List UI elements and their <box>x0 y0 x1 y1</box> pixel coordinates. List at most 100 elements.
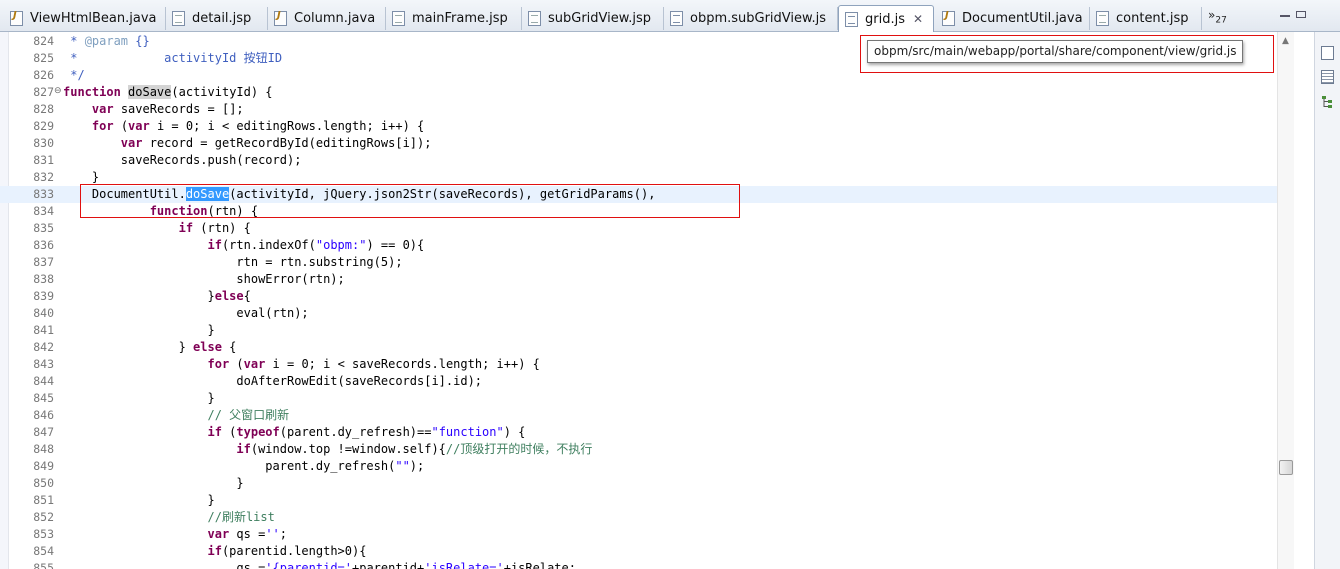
line-code: //刷新list <box>207 510 275 524</box>
line-number: 845 <box>33 391 54 405</box>
code-line: 853 var qs =''; <box>0 526 1277 543</box>
line-number: 837 <box>33 255 54 269</box>
line-code: doAfterRowEdit(saveRecords[i].id); <box>63 374 483 388</box>
tab-viewhtmlbean-java[interactable]: ViewHtmlBean.java <box>4 7 166 30</box>
tab-documentutil-java[interactable]: DocumentUtil.java <box>936 7 1090 30</box>
line-code: parent.dy_refresh(""); <box>63 459 425 473</box>
minimize-icon[interactable] <box>1280 15 1290 17</box>
line-number: 847 <box>33 425 54 439</box>
code-line: 832 } <box>0 169 1277 186</box>
line-number: 832 <box>33 170 54 184</box>
line-code: */ <box>63 68 85 82</box>
line-code: for (var i = 0; i < editingRows.length; … <box>91 119 425 133</box>
tab-overflow-button[interactable]: »27 <box>1208 8 1227 25</box>
line-code: rtn = rtn.substring(5); <box>63 255 403 269</box>
scrollbar-thumb[interactable] <box>1279 460 1293 475</box>
line-code: if(rtn.indexOf("obpm:") == 0){ <box>207 238 425 252</box>
restore-view-icon[interactable] <box>1321 46 1334 60</box>
line-number: 830 <box>33 136 54 150</box>
line-number: 835 <box>33 221 54 235</box>
line-code: } <box>63 476 244 490</box>
code-line: 828 var saveRecords = []; <box>0 101 1277 118</box>
java-file-icon <box>10 10 23 26</box>
line-code: } else { <box>63 340 237 354</box>
line-code: if (typeof(parent.dy_refresh)=="function… <box>207 425 526 439</box>
code-line: 842 } else { <box>0 339 1277 356</box>
line-number: 826 <box>33 68 54 82</box>
jsp-file-icon <box>392 11 405 26</box>
tab-obpm-subgridview-js[interactable]: obpm.subGridView.js <box>664 7 838 30</box>
line-code: } <box>63 391 215 405</box>
jsp-file-icon <box>1096 11 1109 26</box>
code-line: 839 }else{ <box>0 288 1277 305</box>
code-line: 846 // 父窗口刷新 <box>0 407 1277 424</box>
hierarchy-view-icon[interactable] <box>1321 94 1334 108</box>
line-code: function doSave(activityId) { <box>63 85 273 99</box>
tab-subgridview-jsp[interactable]: subGridView.jsp <box>522 7 664 30</box>
line-number: 851 <box>33 493 54 507</box>
code-line: 829 for (var i = 0; i < editingRows.leng… <box>0 118 1277 135</box>
right-trim-toolbar <box>1314 32 1340 569</box>
tab-mainframe-jsp[interactable]: mainFrame.jsp <box>386 7 522 30</box>
code-line: 827 ⊖ function doSave(activityId) { <box>0 84 1277 101</box>
line-number: 831 <box>33 153 54 167</box>
tab-label: grid.js <box>865 11 905 27</box>
file-path-tooltip: obpm/src/main/webapp/portal/share/compon… <box>867 40 1244 63</box>
code-line: 848 if(window.top !=window.self){//顶级打开的… <box>0 441 1277 458</box>
line-number: 852 <box>33 510 54 524</box>
overflow-count: 27 <box>1215 15 1227 26</box>
tab-label: content.jsp <box>1116 11 1189 26</box>
code-line: 845 } <box>0 390 1277 407</box>
code-line: 844 doAfterRowEdit(saveRecords[i].id); <box>0 373 1277 390</box>
tab-column-java[interactable]: Column.java <box>268 7 386 30</box>
line-number: 844 <box>33 374 54 388</box>
line-code: var record = getRecordById(editingRows[i… <box>120 136 432 150</box>
line-number: 850 <box>33 476 54 490</box>
fold-collapse-icon[interactable]: ⊖ <box>54 87 62 96</box>
line-number: 842 <box>33 340 54 354</box>
jsp-file-icon <box>528 11 541 26</box>
current-code-line: 833 DocumentUtil.doSave(activityId, jQue… <box>0 186 1277 203</box>
code-line: 849 parent.dy_refresh(""); <box>0 458 1277 475</box>
tab-content-jsp[interactable]: content.jsp <box>1090 7 1202 30</box>
code-line: 838 showError(rtn); <box>0 271 1277 288</box>
code-editor[interactable]: 824 * @param {} 825 * activityId 按钮ID 82… <box>0 33 1277 569</box>
line-code: if(parentid.length>0){ <box>207 544 367 558</box>
line-code: var saveRecords = []; <box>91 102 244 116</box>
line-number: 849 <box>33 459 54 473</box>
line-code: if (rtn) { <box>178 221 251 235</box>
line-code: eval(rtn); <box>63 306 309 320</box>
java-file-icon <box>942 10 955 26</box>
line-number: 846 <box>33 408 54 422</box>
line-number: 836 <box>33 238 54 252</box>
code-line: 834 function(rtn) { <box>0 203 1277 220</box>
vertical-scrollbar[interactable]: ▲ <box>1277 32 1294 569</box>
line-code: * @param {} <box>63 34 150 48</box>
code-line: 840 eval(rtn); <box>0 305 1277 322</box>
code-line: 847 if (typeof(parent.dy_refresh)=="func… <box>0 424 1277 441</box>
line-number: 843 <box>33 357 54 371</box>
line-code: if(window.top !=window.self){//顶级打开的时候，不… <box>236 442 593 456</box>
line-number: 824 <box>33 34 54 48</box>
code-line: 826 */ <box>0 67 1277 84</box>
line-number: 827 <box>33 85 54 99</box>
jsp-file-icon <box>172 11 185 26</box>
line-code: * activityId 按钮ID <box>63 51 283 65</box>
line-number: 833 <box>33 187 54 201</box>
line-number: 834 <box>33 204 54 218</box>
tab-label: obpm.subGridView.js <box>690 11 826 26</box>
line-code: saveRecords.push(record); <box>63 153 302 167</box>
code-line: 855 qs ='{parentid='+parentid+'isRelate=… <box>0 560 1277 569</box>
line-number: 825 <box>33 51 54 65</box>
code-line: 837 rtn = rtn.substring(5); <box>0 254 1277 271</box>
code-line: 831 saveRecords.push(record); <box>0 152 1277 169</box>
maximize-icon[interactable] <box>1296 11 1306 18</box>
outline-view-icon[interactable] <box>1321 70 1334 84</box>
tab-label: DocumentUtil.java <box>962 11 1083 26</box>
tab-grid-js[interactable]: grid.js ✕ <box>838 5 934 32</box>
tab-detail-jsp[interactable]: detail.jsp <box>166 7 268 30</box>
js-file-icon <box>845 11 858 27</box>
code-line: 835 if (rtn) { <box>0 220 1277 237</box>
close-tab-icon[interactable]: ✕ <box>913 12 923 26</box>
scroll-up-arrow-icon[interactable]: ▲ <box>1282 36 1289 46</box>
